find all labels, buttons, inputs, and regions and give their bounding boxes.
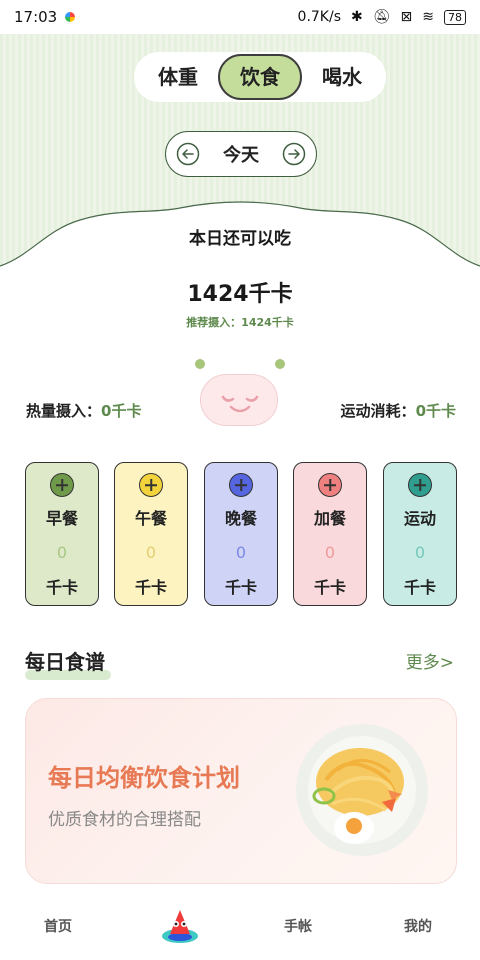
network-speed: 0.7K/s bbox=[297, 9, 342, 25]
intake-summary: 热量摄入：0千卡 bbox=[26, 400, 141, 421]
meal-name: 午餐 bbox=[134, 509, 167, 528]
intake-label: 热量摄入： bbox=[26, 402, 102, 420]
meal-card-snack[interactable]: 加餐 0 千卡 bbox=[293, 462, 367, 606]
bluetooth-icon: ✱ bbox=[351, 9, 363, 25]
arrow-right-icon[interactable] bbox=[282, 142, 306, 166]
meal-name: 加餐 bbox=[313, 509, 346, 528]
nav-profile[interactable]: 我的 bbox=[404, 916, 432, 936]
meal-card-exercise[interactable]: 运动 0 千卡 bbox=[383, 462, 457, 606]
meal-value: 0 bbox=[324, 543, 336, 562]
meal-name: 早餐 bbox=[45, 509, 78, 528]
section-title: 每日食谱 bbox=[25, 650, 105, 674]
bear-eye-right-icon bbox=[275, 359, 285, 369]
app-notification-icon bbox=[65, 12, 76, 22]
meal-unit: 千卡 bbox=[313, 578, 346, 597]
add-exercise-icon[interactable] bbox=[408, 473, 432, 497]
add-lunch-icon[interactable] bbox=[139, 473, 163, 497]
nav-home[interactable]: 首页 bbox=[44, 916, 72, 936]
status-bar: 17:03 0.7K/s ✱ 🔕︎ ⊠ ≋ 78 bbox=[0, 0, 480, 34]
tab-bar: 体重 饮食 喝水 bbox=[134, 52, 386, 102]
nav-journal[interactable]: 手帐 bbox=[284, 916, 312, 936]
add-breakfast-icon[interactable] bbox=[50, 473, 74, 497]
meal-unit: 千卡 bbox=[224, 578, 257, 597]
mute-icon: 🔕︎ bbox=[372, 9, 391, 25]
meal-card-breakfast[interactable]: 早餐 0 千卡 bbox=[25, 462, 99, 606]
meal-unit: 千卡 bbox=[134, 578, 167, 597]
bottom-nav: 首页 手帐 我的 bbox=[0, 898, 480, 960]
sim-icon: ⊠ bbox=[400, 9, 413, 25]
meal-name: 晚餐 bbox=[224, 509, 257, 528]
meal-name: 运动 bbox=[403, 509, 436, 528]
meal-value: 0 bbox=[235, 543, 247, 562]
wifi-icon: ≋ bbox=[422, 9, 434, 25]
add-dinner-icon[interactable] bbox=[229, 473, 253, 497]
battery-icon: 78 bbox=[444, 9, 466, 25]
tab-water[interactable]: 喝水 bbox=[302, 54, 382, 100]
tab-weight[interactable]: 体重 bbox=[138, 54, 218, 100]
status-time: 17:03 bbox=[14, 8, 58, 26]
bear-face-icon bbox=[200, 374, 278, 426]
burn-label: 运动消耗： bbox=[340, 402, 416, 420]
mascot-center-icon[interactable] bbox=[160, 906, 200, 946]
remaining-value: 1424千卡 bbox=[187, 282, 293, 307]
intake-value: 0千卡 bbox=[101, 402, 142, 420]
pasta-plate-icon bbox=[296, 724, 428, 856]
meal-unit: 千卡 bbox=[45, 578, 78, 597]
plan-subtitle: 优质食材的合理搭配 bbox=[48, 810, 201, 830]
burn-summary: 运动消耗：0千卡 bbox=[341, 400, 456, 421]
arrow-left-icon[interactable] bbox=[176, 142, 200, 166]
meal-unit: 千卡 bbox=[403, 578, 436, 597]
burn-value: 0千卡 bbox=[415, 402, 456, 420]
date-label: 今天 bbox=[223, 145, 259, 166]
date-selector: 今天 bbox=[165, 131, 317, 177]
meal-value: 0 bbox=[56, 543, 68, 562]
add-snack-icon[interactable] bbox=[318, 473, 342, 497]
remaining-label: 本日还可以吃 bbox=[189, 229, 291, 249]
bear-eye-left-icon bbox=[195, 359, 205, 369]
meal-card-lunch[interactable]: 午餐 0 千卡 bbox=[114, 462, 188, 606]
tab-diet[interactable]: 饮食 bbox=[218, 54, 302, 100]
meal-value: 0 bbox=[414, 543, 426, 562]
meal-card-dinner[interactable]: 晚餐 0 千卡 bbox=[204, 462, 278, 606]
meal-value: 0 bbox=[145, 543, 157, 562]
more-link[interactable]: 更多> bbox=[406, 648, 454, 673]
recommended-intake: 推荐摄入：1424千卡 bbox=[186, 316, 294, 329]
plan-title: 每日均衡饮食计划 bbox=[48, 764, 240, 792]
